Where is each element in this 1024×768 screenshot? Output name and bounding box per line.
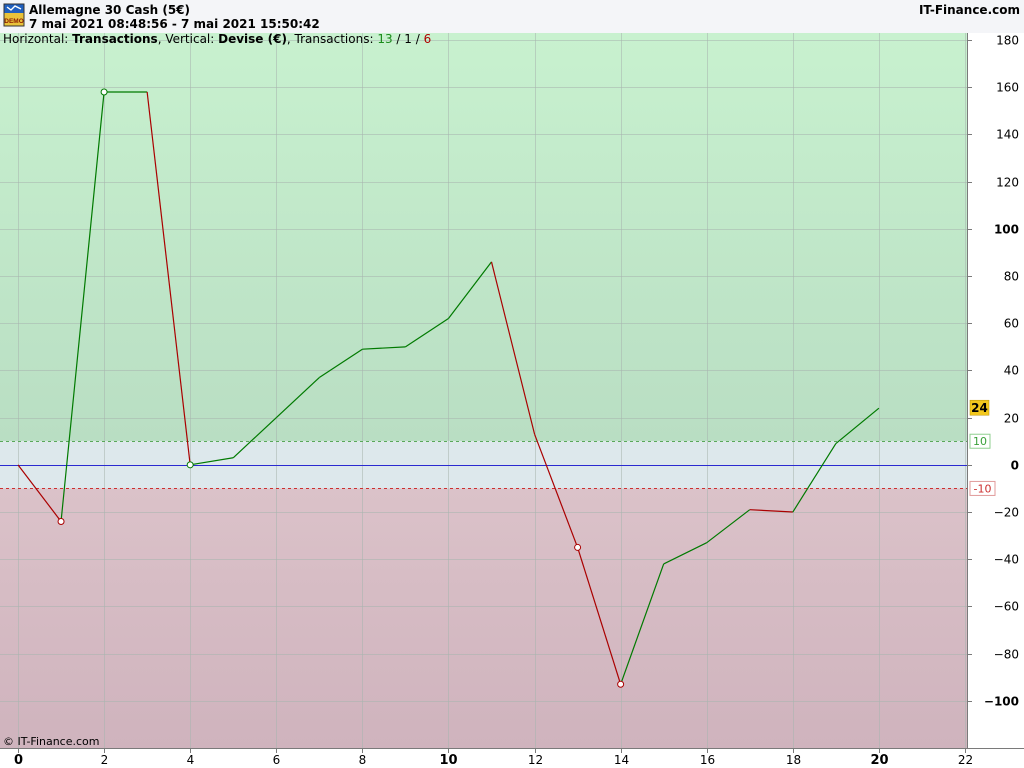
lower-threshold-label: -10 bbox=[974, 482, 992, 495]
y-tick-label: −60 bbox=[994, 600, 1019, 614]
info-line: Horizontal: Transactions, Vertical: Devi… bbox=[3, 33, 431, 46]
info-horizontal-label: Horizontal: bbox=[3, 33, 72, 46]
x-tick-label: 10 bbox=[439, 753, 457, 768]
demo-logo-icon: DEMO bbox=[3, 3, 25, 27]
brand-label: IT-Finance.com bbox=[918, 3, 1020, 17]
info-transactions-label: , Transactions: bbox=[287, 33, 377, 46]
y-tick-label: −40 bbox=[994, 553, 1019, 567]
y-tick-label: 0 bbox=[1011, 459, 1019, 473]
x-tick-label: 0 bbox=[14, 753, 23, 768]
copyright-label: © IT-Finance.com bbox=[3, 735, 100, 748]
info-flat: 1 bbox=[404, 33, 412, 46]
y-tick-label: 160 bbox=[996, 81, 1019, 95]
info-vertical-label: , Vertical: bbox=[158, 33, 218, 46]
info-wins: 13 bbox=[377, 33, 392, 46]
trade-marker bbox=[617, 680, 625, 688]
y-tick-label: −20 bbox=[994, 506, 1019, 520]
trade-marker bbox=[186, 461, 194, 469]
x-tick-label: 2 bbox=[101, 753, 109, 767]
x-tick-label: 22 bbox=[958, 753, 973, 767]
logo-text: DEMO bbox=[4, 18, 24, 25]
y-tick-label: 100 bbox=[994, 223, 1019, 237]
date-range: 7 mai 2021 08:48:56 - 7 mai 2021 15:50:4… bbox=[29, 17, 320, 31]
y-tick-label: 120 bbox=[996, 176, 1019, 190]
info-sep-2: / bbox=[412, 33, 424, 46]
info-losses: 6 bbox=[424, 33, 432, 46]
upper-threshold-label: 10 bbox=[973, 435, 987, 448]
x-tick-label: 4 bbox=[187, 753, 195, 767]
info-sep-1: / bbox=[393, 33, 405, 46]
info-vertical-value: Devise (€) bbox=[218, 33, 287, 46]
y-tick-label: 20 bbox=[1004, 412, 1019, 426]
x-tick-label: 20 bbox=[870, 753, 888, 768]
equity-chart: 180160140120100806040200−20−40−60−80−100… bbox=[0, 33, 1024, 768]
current-value-label: 24 bbox=[971, 401, 988, 415]
y-tick-label: 140 bbox=[996, 128, 1019, 142]
y-tick-label: −80 bbox=[994, 648, 1019, 662]
y-tick-label: 180 bbox=[996, 34, 1019, 48]
instrument-title: Allemagne 30 Cash (5€) bbox=[29, 3, 191, 17]
x-tick-label: 6 bbox=[273, 753, 281, 767]
trade-marker bbox=[100, 88, 108, 96]
x-tick-label: 14 bbox=[614, 753, 629, 767]
x-tick-label: 12 bbox=[528, 753, 543, 767]
y-tick-label: 60 bbox=[1004, 317, 1019, 331]
y-tick-label: −100 bbox=[984, 695, 1019, 709]
trade-marker bbox=[574, 543, 582, 551]
loss-zone bbox=[0, 488, 967, 748]
trade-marker bbox=[57, 517, 65, 525]
info-horizontal-value: Transactions bbox=[72, 33, 158, 46]
x-tick-label: 16 bbox=[700, 753, 715, 767]
y-tick-label: 40 bbox=[1004, 364, 1019, 378]
y-tick-label: 80 bbox=[1004, 270, 1019, 284]
profit-zone bbox=[0, 33, 967, 442]
x-tick-label: 8 bbox=[359, 753, 367, 767]
chart-header: DEMO Allemagne 30 Cash (5€) 7 mai 2021 0… bbox=[0, 0, 1024, 34]
x-tick-label: 18 bbox=[786, 753, 801, 767]
